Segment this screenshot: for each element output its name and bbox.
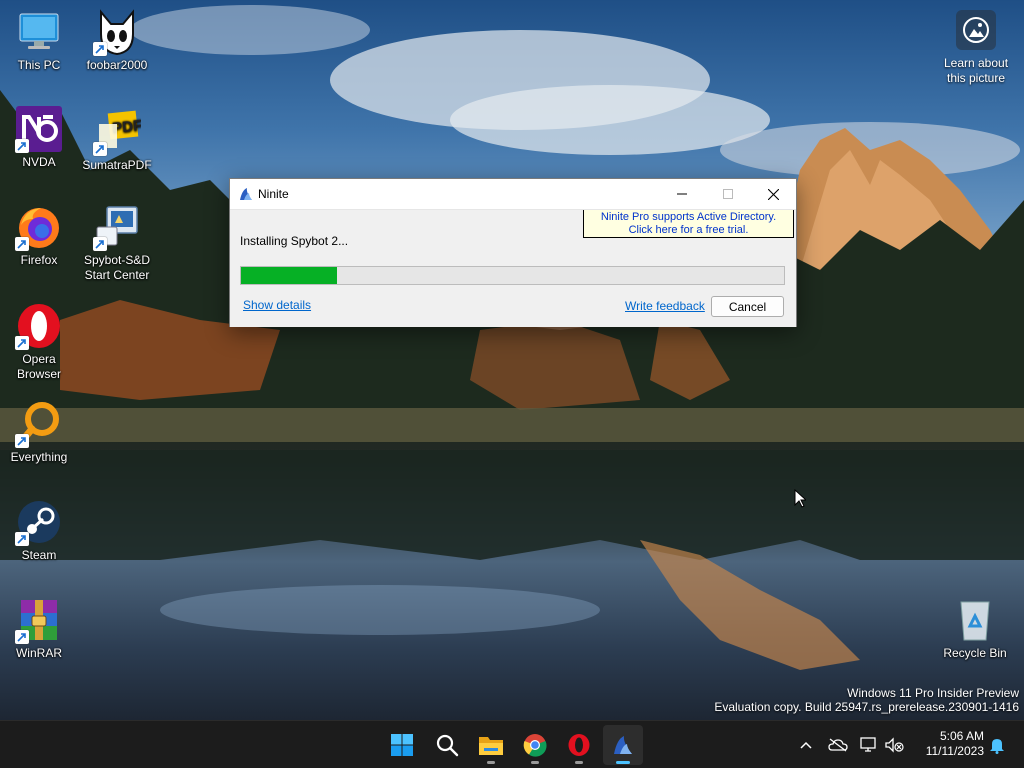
shortcut-arrow-icon xyxy=(15,139,29,153)
ninite-icon xyxy=(238,186,254,205)
progress-fill xyxy=(241,267,337,284)
camera-spotlight-icon xyxy=(956,10,996,50)
network-monitor-icon xyxy=(860,737,876,752)
window-body: Ninite Pro supports Active Directory. Cl… xyxy=(230,209,796,327)
desktop-icon-firefox[interactable]: Firefox xyxy=(1,203,77,268)
chrome-icon xyxy=(523,734,547,757)
mouse-cursor-icon xyxy=(794,488,808,511)
shortcut-arrow-icon xyxy=(93,42,107,56)
speaker-muted-icon xyxy=(885,737,904,753)
ninite-window: Ninite Ninite Pro supports Active Direct… xyxy=(229,178,797,327)
desktop-icon-steam[interactable]: Steam xyxy=(1,498,77,563)
winrar-icon xyxy=(15,596,63,644)
promo-line-1: Ninite Pro supports Active Directory. xyxy=(600,211,777,223)
clock-time: 5:06 AM xyxy=(939,729,984,743)
sumatrapdf-icon: PDF xyxy=(93,108,143,156)
promo-line-2: Click here for a free trial. xyxy=(628,224,749,236)
network-tray-button[interactable] xyxy=(860,735,880,755)
desktop-icon-winrar[interactable]: WinRAR xyxy=(1,596,77,661)
search-icon xyxy=(436,734,459,757)
learn-about-label: Learn about this picture xyxy=(943,56,1009,85)
learn-about-picture[interactable]: Learn about this picture xyxy=(936,10,1016,86)
foobar2000-icon xyxy=(93,8,141,56)
minimize-button[interactable] xyxy=(659,179,705,209)
shortcut-arrow-icon xyxy=(15,336,29,350)
clock-date: 11/11/2023 xyxy=(925,744,984,758)
opera-icon xyxy=(568,734,590,756)
running-indicator xyxy=(487,761,495,764)
show-hidden-icons-button[interactable] xyxy=(796,735,816,755)
desktop-icon-label: Recycle Bin xyxy=(943,646,1007,660)
desktop-icon-label: Firefox xyxy=(20,253,58,267)
close-icon xyxy=(767,188,779,200)
desktop-icon-label: WinRAR xyxy=(15,646,62,660)
running-indicator xyxy=(531,761,539,764)
desktop-icon-nvda[interactable]: NVDA xyxy=(1,105,77,170)
desktop-icon-everything[interactable]: Everything xyxy=(1,400,77,465)
taskbar: 5:06 AM 11/11/2023 xyxy=(0,720,1024,768)
nvda-icon xyxy=(15,105,63,153)
ninite-button[interactable] xyxy=(603,725,643,765)
shortcut-arrow-icon xyxy=(93,237,107,251)
desktop-icon-label: SumatraPDF xyxy=(82,158,152,172)
desktop-icon-label: foobar2000 xyxy=(86,58,148,72)
shortcut-arrow-icon xyxy=(15,434,29,448)
desktop-icon-recycle-bin[interactable]: Recycle Bin xyxy=(937,596,1013,661)
watermark-build: Evaluation copy. Build 25947.rs_prerelea… xyxy=(714,700,1019,714)
spybot-icon xyxy=(93,203,141,251)
running-indicator xyxy=(575,761,583,764)
desktop-icon-sumatrapdf[interactable]: PDF SumatraPDF xyxy=(79,108,155,173)
firefox-icon xyxy=(15,203,63,251)
search-button[interactable] xyxy=(427,725,467,765)
recycle-bin-icon xyxy=(951,596,999,644)
shortcut-arrow-icon xyxy=(15,532,29,546)
shortcut-arrow-icon xyxy=(15,237,29,251)
install-status: Installing Spybot 2... xyxy=(240,234,349,248)
show-details-link[interactable]: Show details xyxy=(243,298,311,312)
volume-tray-button[interactable] xyxy=(884,735,904,755)
install-progress-bar xyxy=(240,266,785,285)
title-bar[interactable]: Ninite xyxy=(230,179,796,209)
bell-icon xyxy=(990,739,1004,754)
windows-watermark: Windows 11 Pro Insider Preview Evaluatio… xyxy=(714,686,1019,714)
write-feedback-link[interactable]: Write feedback xyxy=(625,299,705,313)
desktop-icon-foobar2000[interactable]: foobar2000 xyxy=(79,8,155,73)
minimize-icon xyxy=(677,193,687,195)
close-button[interactable] xyxy=(750,179,796,209)
desktop-icon-label: Steam xyxy=(21,548,57,562)
desktop-icon-label: This PC xyxy=(17,58,61,72)
file-explorer-icon xyxy=(479,737,503,755)
desktop-icon-spybot[interactable]: Spybot-S&D Start Center xyxy=(79,203,155,283)
chrome-button[interactable] xyxy=(515,725,555,765)
onedrive-offline-icon xyxy=(828,738,848,752)
onedrive-tray-button[interactable] xyxy=(828,735,848,755)
desktop-icon-label: Opera Browser xyxy=(16,352,61,381)
desktop-icon-label: NVDA xyxy=(22,155,56,169)
desktop-icon-this-pc[interactable]: This PC xyxy=(1,8,77,73)
maximize-button[interactable] xyxy=(705,179,751,209)
ninite-pro-promo[interactable]: Ninite Pro supports Active Directory. Cl… xyxy=(583,210,794,238)
ninite-icon xyxy=(614,736,632,754)
start-icon xyxy=(391,734,413,756)
shortcut-arrow-icon xyxy=(93,142,107,156)
notifications-button[interactable] xyxy=(987,735,1007,755)
desktop-icon-opera[interactable]: Opera Browser xyxy=(1,302,77,382)
watermark-edition: Windows 11 Pro Insider Preview xyxy=(847,686,1019,700)
file-explorer-button[interactable] xyxy=(471,725,511,765)
chevron-up-icon xyxy=(800,741,812,749)
this-pc-icon xyxy=(15,8,63,56)
opera-button[interactable] xyxy=(559,725,599,765)
shortcut-arrow-icon xyxy=(15,630,29,644)
opera-icon xyxy=(15,302,63,350)
maximize-icon xyxy=(723,189,733,199)
desktop-icon-label: Spybot-S&D Start Center xyxy=(83,253,151,282)
active-indicator xyxy=(616,761,630,764)
clock[interactable]: 5:06 AM 11/11/2023 xyxy=(912,729,984,759)
everything-icon xyxy=(15,400,63,448)
steam-icon xyxy=(15,498,63,546)
window-title: Ninite xyxy=(258,187,289,201)
desktop-icon-label: Everything xyxy=(10,450,68,464)
start-button[interactable] xyxy=(382,725,422,765)
cancel-button[interactable]: Cancel xyxy=(711,296,784,317)
